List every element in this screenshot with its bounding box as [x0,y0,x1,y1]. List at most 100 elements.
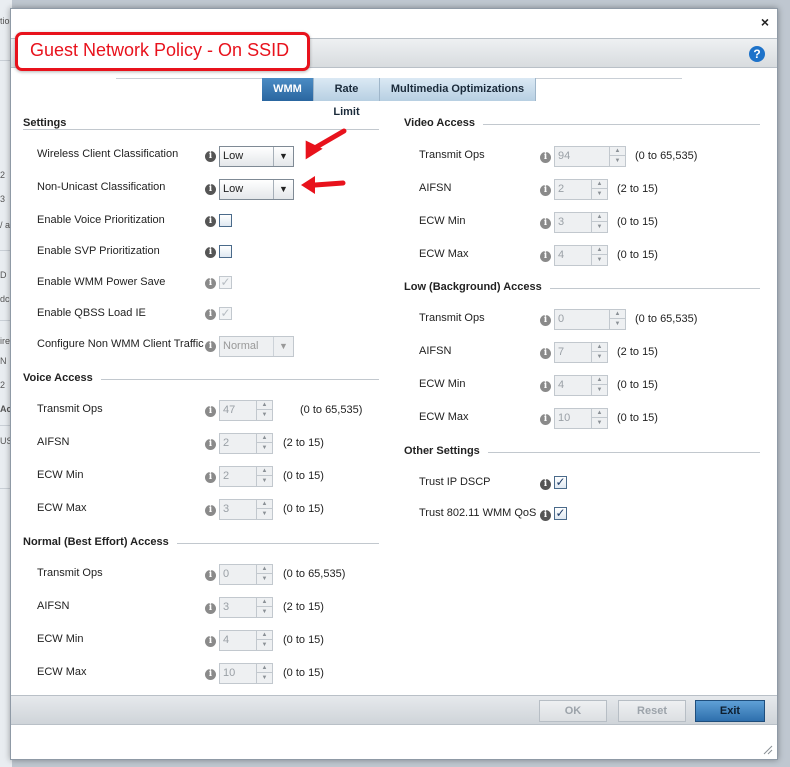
voice-ecw-min-spinner[interactable]: 2 ▲ ▼ [219,466,273,487]
chevron-up-icon[interactable]: ▲ [257,664,272,673]
chevron-down-icon[interactable]: ▼ [610,157,625,166]
video-ecw-min-spinner[interactable]: 3 ▲ ▼ [554,212,608,233]
trust-wmm-qos-label: Trust 802.11 WMM QoS [419,507,537,519]
chevron-down-icon[interactable]: ▼ [592,419,607,428]
video-ecw-max-spinner[interactable]: 4 ▲ ▼ [554,245,608,266]
info-icon[interactable]: i [205,341,216,352]
chevron-down-icon[interactable]: ▼ [592,223,607,232]
enable-wmm-power-save-checkbox[interactable]: ✓ [219,276,232,289]
info-icon[interactable]: i [205,151,216,162]
chevron-up-icon[interactable]: ▲ [257,565,272,574]
info-icon[interactable]: i [540,251,551,262]
close-icon[interactable]: × [761,15,769,29]
chevron-up-icon[interactable]: ▲ [257,631,272,640]
voice-transmit-ops-spinner[interactable]: 47 ▲ ▼ [219,400,273,421]
voice-ecw-max-spinner[interactable]: 3 ▲ ▼ [219,499,273,520]
info-icon[interactable]: i [540,218,551,229]
info-icon[interactable]: i [205,184,216,195]
info-icon[interactable]: i [540,315,551,326]
chevron-up-icon[interactable]: ▲ [592,180,607,189]
info-icon[interactable]: i [205,247,216,258]
reset-button[interactable]: Reset [618,700,686,722]
trust-ip-dscp-checkbox[interactable]: ✓ [554,476,567,489]
chevron-down-icon[interactable]: ▼ [257,444,272,453]
spinner-value: 4 [558,249,565,261]
info-icon[interactable]: i [540,381,551,392]
chevron-down-icon[interactable]: ▼ [592,353,607,362]
spinner-value: 94 [558,150,571,162]
help-icon[interactable]: ? [749,46,765,62]
info-icon[interactable]: i [205,472,216,483]
info-icon[interactable]: i [540,152,551,163]
chevron-down-icon[interactable]: ▼ [257,575,272,584]
chevron-up-icon[interactable]: ▲ [257,434,272,443]
normal-aifsn-spinner[interactable]: 3 ▲ ▼ [219,597,273,618]
info-icon[interactable]: i [205,309,216,320]
chevron-up-icon[interactable]: ▲ [592,343,607,352]
chevron-down-icon[interactable]: ▼ [610,320,625,329]
info-icon[interactable]: i [205,669,216,680]
chevron-down-icon[interactable]: ▼ [257,411,272,420]
info-icon[interactable]: i [540,348,551,359]
info-icon[interactable]: i [205,570,216,581]
info-icon[interactable]: i [540,414,551,425]
ok-button[interactable]: OK [539,700,607,722]
normal-ecw-min-spinner[interactable]: 4 ▲ ▼ [219,630,273,651]
chevron-down-icon[interactable]: ▼ [257,477,272,486]
info-icon[interactable]: i [540,479,551,490]
chevron-up-icon[interactable]: ▲ [592,409,607,418]
chevron-up-icon[interactable]: ▲ [257,467,272,476]
tab-wmm[interactable]: WMM [262,78,314,101]
range-hint: (0 to 15) [617,249,658,261]
chevron-up-icon[interactable]: ▲ [257,598,272,607]
info-icon[interactable]: i [205,636,216,647]
range-hint: (0 to 15) [617,412,658,424]
wireless-client-classification-select[interactable]: Low ▼ [219,146,294,167]
info-icon[interactable]: i [205,439,216,450]
info-icon[interactable]: i [205,216,216,227]
non-unicast-classification-select[interactable]: Low ▼ [219,179,294,200]
chevron-up-icon[interactable]: ▲ [257,401,272,410]
chevron-down-icon[interactable]: ▼ [257,641,272,650]
configure-non-wmm-select[interactable]: Normal ▼ [219,336,294,357]
chevron-up-icon[interactable]: ▲ [592,376,607,385]
chevron-up-icon[interactable]: ▲ [257,500,272,509]
video-transmit-ops-spinner[interactable]: 94 ▲ ▼ [554,146,626,167]
video-aifsn-spinner[interactable]: 2 ▲ ▼ [554,179,608,200]
chevron-down-icon[interactable]: ▼ [257,608,272,617]
low-ecw-min-spinner[interactable]: 4 ▲ ▼ [554,375,608,396]
low-aifsn-spinner[interactable]: 7 ▲ ▼ [554,342,608,363]
low-transmit-ops-spinner[interactable]: 0 ▲ ▼ [554,309,626,330]
chevron-up-icon[interactable]: ▲ [592,246,607,255]
tab-multimedia-optimizations[interactable]: Multimedia Optimizations [380,78,536,101]
normal-ecw-max-spinner[interactable]: 10 ▲ ▼ [219,663,273,684]
info-icon[interactable]: i [540,185,551,196]
enable-svp-prioritization-checkbox[interactable] [219,245,232,258]
info-icon[interactable]: i [205,278,216,289]
chevron-down-icon[interactable]: ▼ [257,674,272,683]
info-icon[interactable]: i [205,603,216,614]
enable-voice-prioritization-checkbox[interactable] [219,214,232,227]
info-icon[interactable]: i [205,406,216,417]
spinner-value: 2 [223,470,230,482]
voice-aifsn-spinner[interactable]: 2 ▲ ▼ [219,433,273,454]
chevron-up-icon[interactable]: ▲ [592,213,607,222]
resize-grip-icon[interactable] [763,745,773,755]
chevron-down-icon[interactable]: ▼ [592,386,607,395]
select-value: Normal [223,340,259,352]
enable-qbss-load-ie-checkbox[interactable]: ✓ [219,307,232,320]
tab-rate-limit[interactable]: Rate Limit [314,78,380,118]
normal-transmit-ops-spinner[interactable]: 0 ▲ ▼ [219,564,273,585]
exit-button[interactable]: Exit [695,700,765,722]
chevron-up-icon[interactable]: ▲ [610,147,625,156]
chevron-up-icon[interactable]: ▲ [610,310,625,319]
chevron-down-icon[interactable]: ▼ [592,256,607,265]
trust-wmm-qos-checkbox[interactable]: ✓ [554,507,567,520]
info-icon[interactable]: i [205,505,216,516]
voice-ecw-max-label: ECW Max [37,502,87,514]
low-ecw-max-spinner[interactable]: 10 ▲ ▼ [554,408,608,429]
chevron-down-icon[interactable]: ▼ [592,190,607,199]
chevron-down-icon[interactable]: ▼ [257,510,272,519]
low-transmit-ops-label: Transmit Ops [419,312,485,324]
info-icon[interactable]: i [540,510,551,521]
